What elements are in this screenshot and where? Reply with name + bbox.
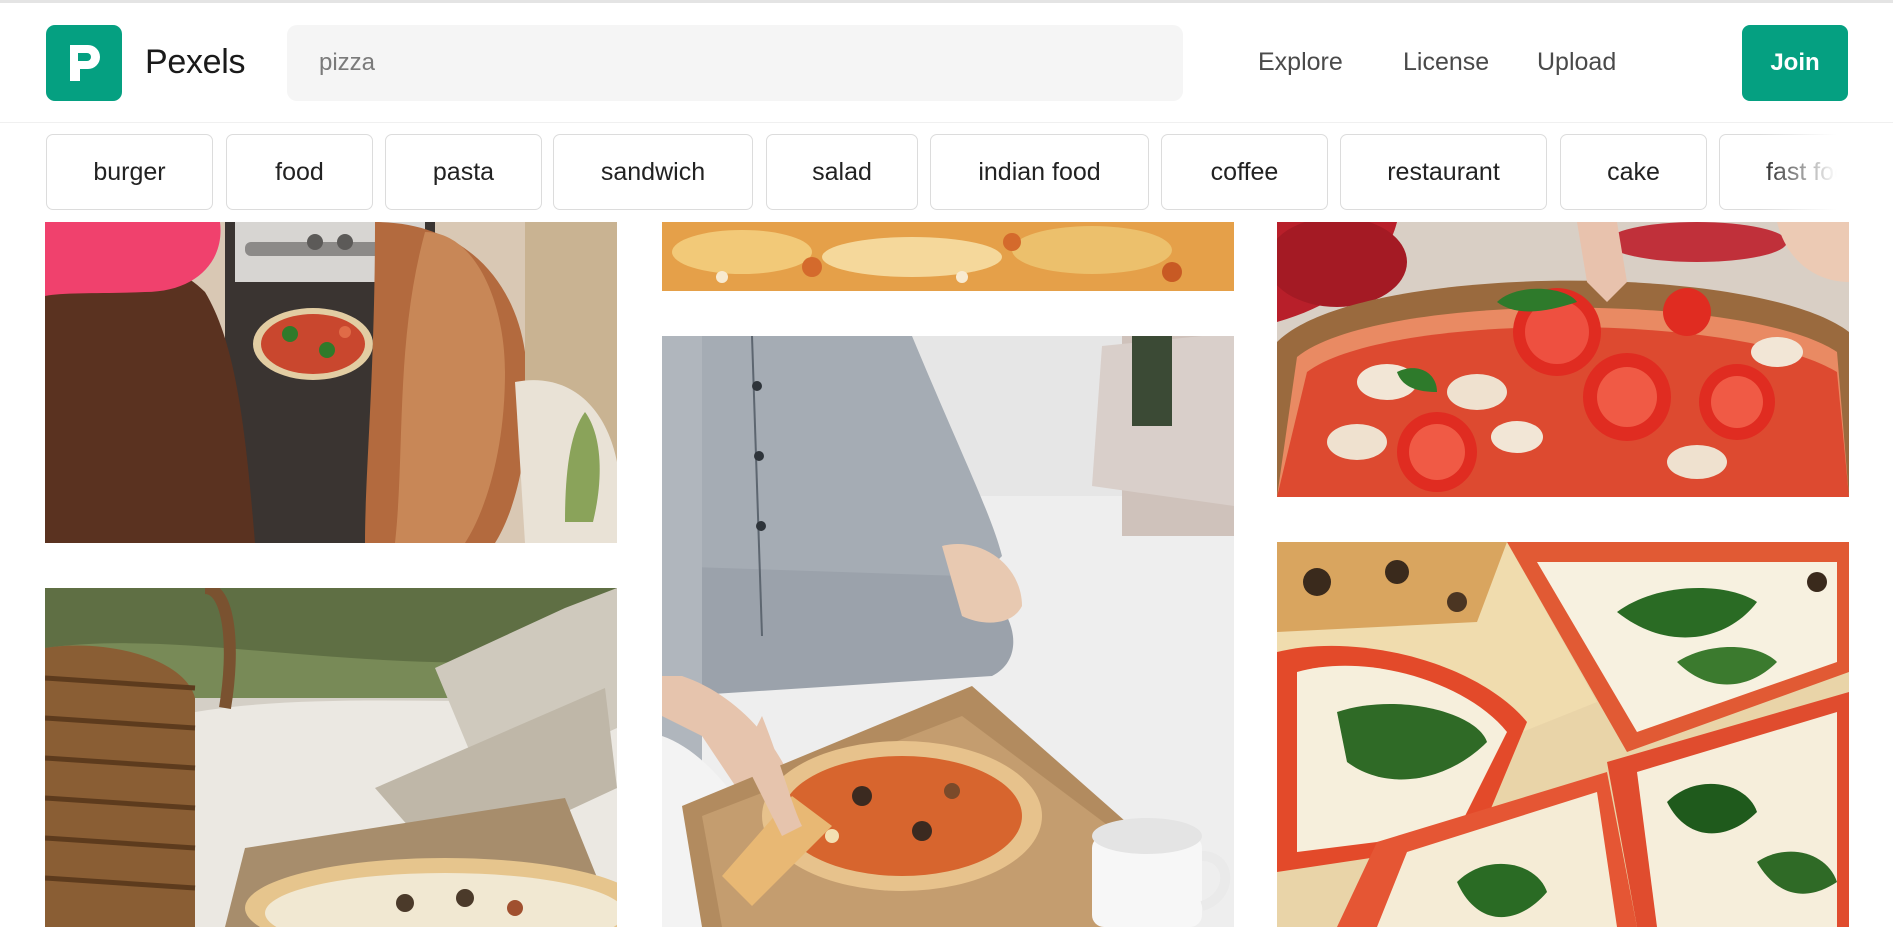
chip-restaurant[interactable]: restaurant bbox=[1340, 134, 1547, 210]
photo-topping-pizza[interactable] bbox=[1277, 222, 1849, 497]
related-searches: burger food pasta sandwich salad indian … bbox=[46, 134, 1850, 212]
search-input[interactable] bbox=[317, 25, 1157, 101]
chip-coffee[interactable]: coffee bbox=[1161, 134, 1328, 210]
chip-salad[interactable]: salad bbox=[766, 134, 918, 210]
join-button[interactable]: Join bbox=[1742, 25, 1848, 101]
chip-burger[interactable]: burger bbox=[46, 134, 213, 210]
chip-sandwich[interactable]: sandwich bbox=[553, 134, 753, 210]
chip-indian-food[interactable]: indian food bbox=[930, 134, 1149, 210]
photo-girls-oven[interactable] bbox=[45, 222, 617, 543]
chip-food[interactable]: food bbox=[226, 134, 373, 210]
pexels-logo-icon[interactable] bbox=[46, 25, 122, 101]
chip-pasta[interactable]: pasta bbox=[385, 134, 542, 210]
chip-cake[interactable]: cake bbox=[1560, 134, 1707, 210]
photo-picnic-pizza[interactable] bbox=[45, 588, 617, 927]
photo-pizza-closeup[interactable] bbox=[662, 222, 1234, 291]
photo-bed-pizza[interactable] bbox=[662, 336, 1234, 927]
nav-license-link[interactable]: License bbox=[1403, 48, 1489, 77]
photo-margherita-slices[interactable] bbox=[1277, 542, 1849, 927]
site-header: Pexels Explore License Upload Join bbox=[0, 3, 1893, 123]
nav-explore-link[interactable]: Explore bbox=[1258, 48, 1343, 77]
chips-scroll-fade bbox=[1760, 134, 1850, 212]
brand-name[interactable]: Pexels bbox=[145, 43, 246, 82]
search-bar[interactable] bbox=[287, 25, 1183, 101]
nav-upload-link[interactable]: Upload bbox=[1537, 48, 1616, 77]
